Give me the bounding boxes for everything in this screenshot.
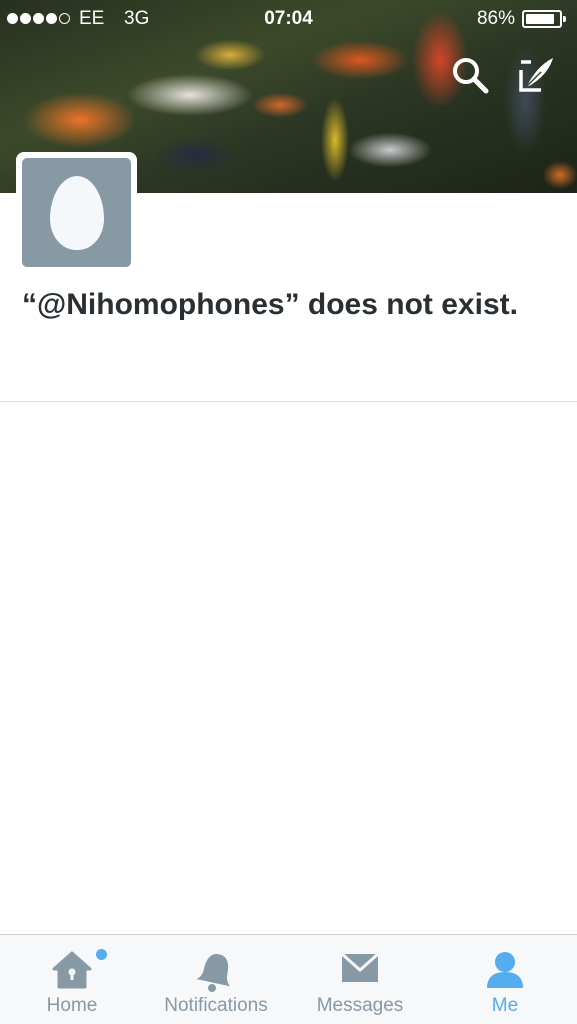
tab-bar: Home Notifications Messages Me [0, 934, 577, 1024]
default-egg-avatar-icon [49, 175, 104, 250]
compose-tweet-button[interactable] [517, 56, 555, 94]
home-unread-badge [96, 949, 107, 960]
battery-icon [522, 10, 566, 28]
tab-home-label: Home [46, 995, 98, 1016]
home-icon [52, 951, 92, 989]
account-not-found-message: “@Nihomophones” does not exist. [22, 288, 518, 321]
tab-notifications-label: Notifications [164, 995, 268, 1016]
tab-me-label: Me [491, 995, 519, 1016]
bell-icon [196, 954, 230, 992]
profile-avatar[interactable] [16, 152, 137, 273]
compose-tweet-icon [519, 58, 553, 92]
tab-me[interactable]: Me [455, 935, 555, 1024]
avatar-background [22, 158, 131, 267]
search-icon [453, 58, 489, 94]
battery-fill [526, 14, 554, 24]
search-button[interactable] [451, 56, 489, 94]
tab-home[interactable]: Home [22, 935, 122, 1024]
status-bar: EE 3G 07:04 86% [0, 0, 577, 38]
tab-messages[interactable]: Messages [300, 935, 420, 1024]
tab-notifications[interactable]: Notifications [150, 935, 282, 1024]
person-icon [487, 952, 523, 988]
battery-percent: 86% [476, 8, 515, 29]
content-divider [0, 401, 577, 402]
envelope-icon [341, 952, 379, 982]
tab-messages-label: Messages [316, 995, 404, 1016]
